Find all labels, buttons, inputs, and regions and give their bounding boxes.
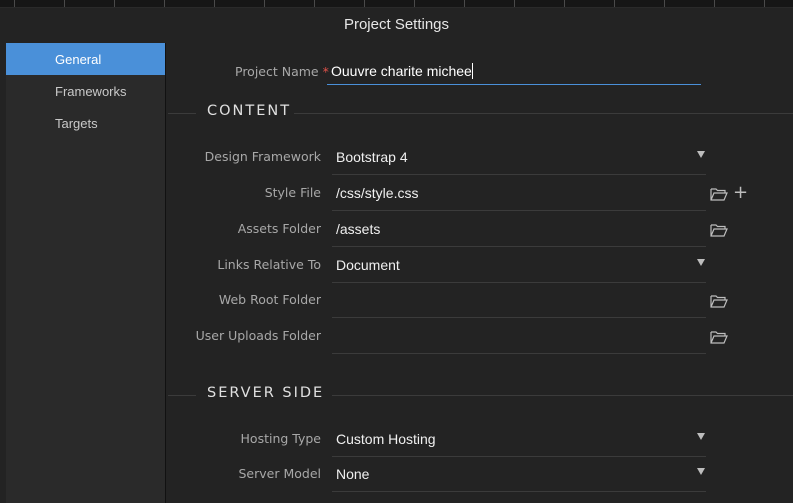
- folder-icon[interactable]: [710, 187, 728, 201]
- links-relative-row: Links Relative To Document: [166, 247, 793, 283]
- style-file-input[interactable]: /css/style.css: [332, 175, 706, 211]
- assets-folder-row: Assets Folder /assets: [166, 211, 793, 247]
- ruler-tick: [314, 0, 315, 7]
- project-name-label-text: Project Name: [235, 64, 319, 79]
- ruler-tick: [664, 0, 665, 7]
- server-model-label: Server Model: [238, 466, 322, 481]
- web-root-row: Web Root Folder: [166, 282, 793, 318]
- ruler-tick: [364, 0, 365, 7]
- user-uploads-label: User Uploads Folder: [195, 328, 321, 343]
- style-file-row: Style File /css/style.css +: [166, 175, 793, 211]
- hosting-type-row: Hosting Type Custom Hosting: [166, 421, 793, 457]
- sidebar: General Frameworks Targets: [6, 43, 165, 503]
- project-name-input[interactable]: Ouuvre charite michee: [327, 51, 701, 85]
- chevron-down-icon: [697, 468, 705, 475]
- user-uploads-row: User Uploads Folder: [166, 318, 793, 354]
- section-divider-right: [332, 395, 793, 396]
- server-section-title: SERVER SIDE: [207, 385, 325, 401]
- server-model-select[interactable]: None: [332, 456, 706, 492]
- ruler-tick: [414, 0, 415, 7]
- content-section-header: CONTENT: [166, 103, 793, 123]
- ruler-tick: [514, 0, 515, 7]
- hosting-type-value: Custom Hosting: [336, 431, 436, 447]
- text-cursor: [471, 63, 473, 79]
- section-divider-left: [168, 113, 196, 114]
- sidebar-item-frameworks[interactable]: Frameworks: [6, 75, 165, 107]
- hosting-type-select[interactable]: Custom Hosting: [332, 421, 706, 457]
- assets-folder-input[interactable]: /assets: [332, 211, 706, 247]
- design-framework-select[interactable]: Bootstrap 4: [332, 139, 706, 175]
- chevron-down-icon: [697, 433, 705, 440]
- ruler-tick: [614, 0, 615, 7]
- project-name-value: Ouuvre charite michee: [331, 63, 473, 79]
- settings-panel: Project Name * Ouuvre charite michee CONT…: [166, 43, 793, 503]
- ruler-tick: [764, 0, 765, 7]
- ruler-tick: [114, 0, 115, 7]
- project-name-label: Project Name *: [235, 64, 329, 79]
- ruler-tick: [214, 0, 215, 7]
- hosting-type-label: Hosting Type: [240, 431, 321, 446]
- ruler-tick: [64, 0, 65, 7]
- ruler-tick: [14, 0, 15, 7]
- assets-folder-value: /assets: [336, 221, 381, 237]
- content-section-title: CONTENT: [207, 103, 292, 119]
- links-relative-label: Links Relative To: [217, 257, 321, 272]
- links-relative-select[interactable]: Document: [332, 247, 706, 283]
- ruler-tick: [264, 0, 265, 7]
- web-root-input[interactable]: [332, 282, 706, 318]
- ruler-tick: [464, 0, 465, 7]
- sidebar-item-general[interactable]: General: [6, 43, 165, 75]
- links-relative-value: Document: [336, 257, 400, 273]
- chevron-down-icon: [697, 259, 705, 266]
- server-model-value: None: [336, 466, 370, 482]
- project-name-text: Ouuvre charite michee: [331, 63, 472, 79]
- design-framework-row: Design Framework Bootstrap 4: [166, 139, 793, 175]
- server-model-row: Server Model None: [166, 456, 793, 492]
- design-framework-value: Bootstrap 4: [336, 149, 408, 165]
- assets-folder-label: Assets Folder: [237, 221, 321, 236]
- sidebar-item-targets[interactable]: Targets: [6, 107, 165, 139]
- style-file-label: Style File: [264, 185, 321, 200]
- folder-icon[interactable]: [710, 330, 728, 344]
- style-file-value: /css/style.css: [336, 185, 419, 201]
- chevron-down-icon: [697, 151, 705, 158]
- dialog-title: Project Settings: [0, 8, 793, 40]
- ruler-tick: [164, 0, 165, 7]
- web-root-label: Web Root Folder: [218, 292, 321, 307]
- ruler-tick: [714, 0, 715, 7]
- section-divider-left: [168, 395, 196, 396]
- folder-icon[interactable]: [710, 223, 728, 237]
- user-uploads-input[interactable]: [332, 318, 706, 354]
- server-section-header: SERVER SIDE: [166, 385, 793, 405]
- plus-icon[interactable]: +: [733, 184, 748, 202]
- folder-icon[interactable]: [710, 294, 728, 308]
- ruler: [0, 0, 793, 8]
- project-settings-dialog: Project Settings General Frameworks Targ…: [0, 8, 793, 503]
- design-framework-label: Design Framework: [204, 149, 321, 164]
- section-divider-right: [294, 113, 793, 114]
- ruler-tick: [564, 0, 565, 7]
